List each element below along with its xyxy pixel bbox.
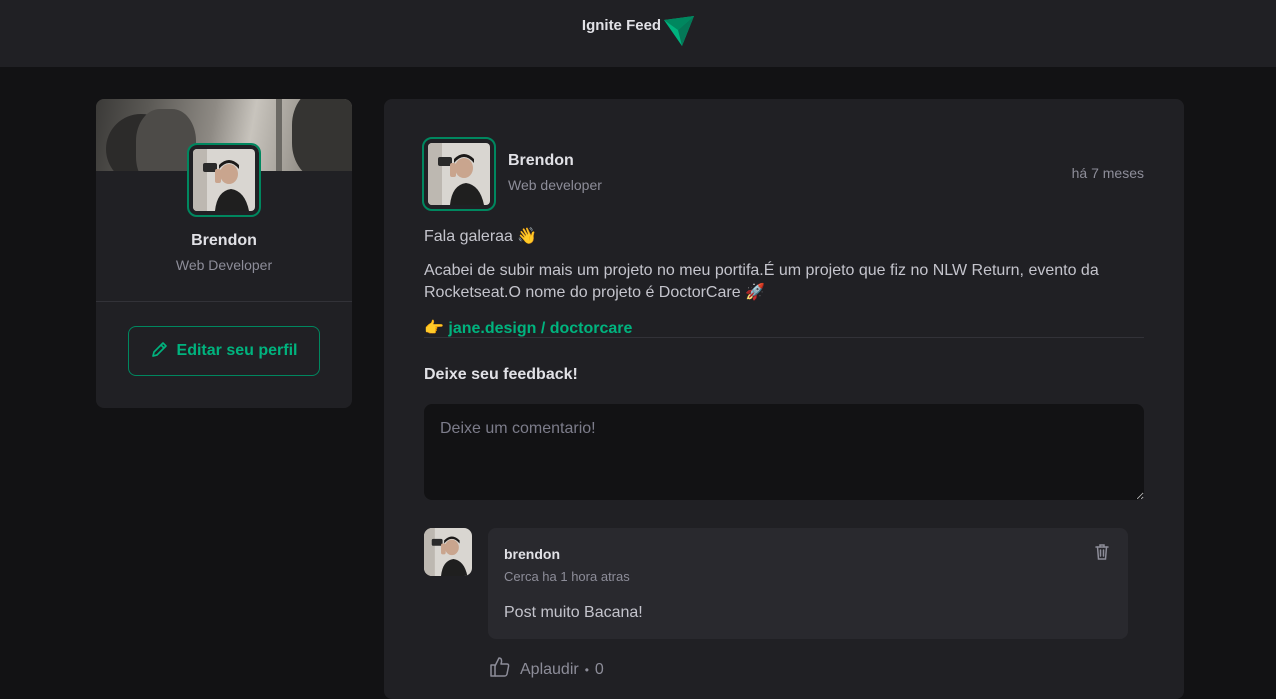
avatar[interactable] — [187, 143, 261, 217]
post-author-name: Brendon — [508, 152, 574, 169]
divider — [96, 301, 352, 302]
comment-input[interactable] — [424, 404, 1144, 500]
post-link-line: 👉 jane.design / doctorcare — [424, 318, 632, 338]
profile-name: Brendon — [191, 232, 257, 249]
app-title: Ignite Feed — [581, 17, 662, 34]
pointing-hand-icon: 👉 — [424, 320, 444, 337]
applaud-label: Aplaudir — [520, 660, 579, 678]
applaud-separator: • — [584, 662, 589, 677]
ignite-logo-icon — [662, 14, 696, 53]
comment-timestamp: Cerca ha 1 hora atras — [504, 569, 630, 584]
comment-text: Post muito Bacana! — [504, 604, 643, 621]
thumbs-up-icon — [488, 655, 512, 684]
app-header: Ignite Feed — [0, 0, 1276, 67]
profile-sidebar: Brendon Web Developer Editar seu perfil — [96, 99, 352, 408]
brand: Ignite Feed — [582, 14, 696, 53]
applaud-button[interactable]: Aplaudir • 0 — [488, 655, 604, 684]
divider — [424, 337, 1144, 338]
comment-author-avatar[interactable] — [424, 528, 472, 576]
applaud-count: 0 — [594, 660, 604, 678]
trash-icon[interactable] — [1092, 542, 1112, 562]
post-greeting: Fala galeraa 👋 — [424, 228, 538, 245]
post-author-avatar[interactable] — [422, 137, 496, 211]
feedback-title: Deixe seu feedback! — [424, 366, 578, 383]
comment-card: brendon Cerca ha 1 hora atras Post muito… — [488, 528, 1128, 639]
post-author-role: Web developer — [508, 177, 602, 193]
edit-profile-label: Editar seu perfil — [176, 342, 298, 359]
project-link[interactable]: jane.design / doctorcare — [448, 320, 632, 337]
post-card: Brendon Web developer há 7 meses Fala ga… — [384, 99, 1184, 699]
post-body: Acabei de subir mais um projeto no meu p… — [424, 262, 1099, 301]
edit-profile-button[interactable]: Editar seu perfil — [128, 326, 320, 376]
pencil-icon — [151, 340, 169, 363]
profile-role: Web Developer — [175, 257, 273, 273]
post-timestamp: há 7 meses — [1071, 165, 1144, 181]
comment-author: brendon — [504, 546, 560, 562]
